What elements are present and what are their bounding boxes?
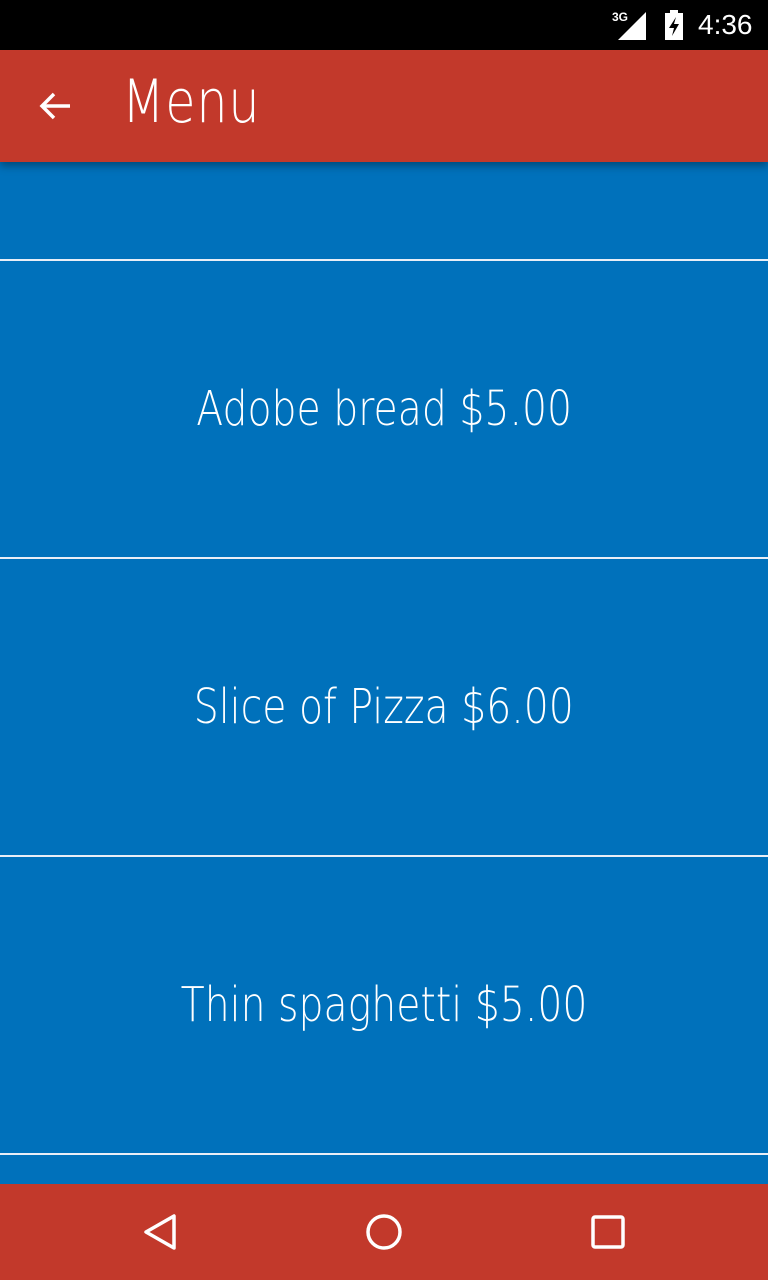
home-circle-icon[interactable] [364, 1212, 404, 1252]
app-bar: Menu [0, 50, 768, 162]
menu-item-slice-of-pizza[interactable]: Slice of Pizza $6.00 [0, 559, 768, 857]
navigation-bar [0, 1184, 768, 1280]
arrow-back-icon[interactable] [36, 86, 76, 126]
menu-item-label: Slice of Pizza $6.00 [193, 679, 575, 735]
signal-icon [618, 12, 646, 40]
recents-square-icon[interactable] [588, 1212, 628, 1252]
menu-list: Adobe bread $5.00 Slice of Pizza $6.00 T… [0, 162, 768, 1184]
list-top-divider [0, 162, 768, 261]
back-triangle-icon[interactable] [140, 1212, 180, 1252]
menu-item-thin-spaghetti[interactable]: Thin spaghetti $5.00 [0, 857, 768, 1155]
status-bar: 3G 4:36 [0, 0, 768, 50]
menu-item-adobe-bread[interactable]: Adobe bread $5.00 [0, 261, 768, 559]
battery-charging-icon [665, 10, 683, 40]
page-title: Menu [122, 67, 261, 137]
status-time: 4:36 [698, 9, 753, 40]
menu-item-label: Adobe bread $5.00 [196, 381, 572, 437]
menu-item-label: Thin spaghetti $5.00 [180, 977, 588, 1033]
